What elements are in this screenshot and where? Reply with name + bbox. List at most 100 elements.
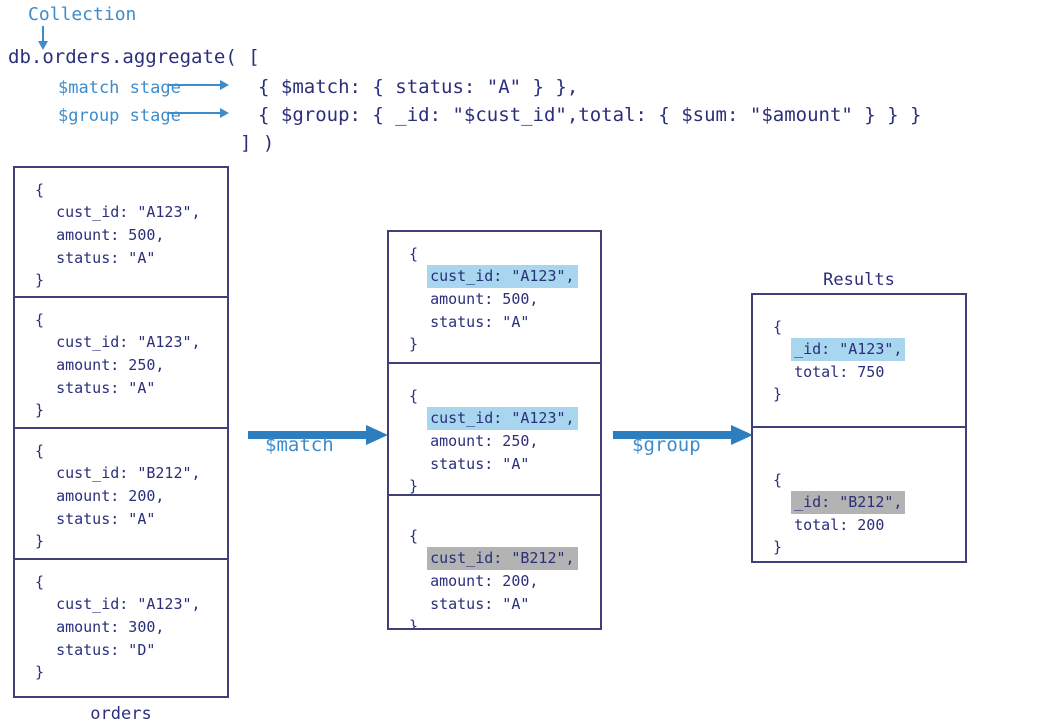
close-brace: } [409, 477, 419, 495]
code-line-group-stage: { $group: { _id: "$cust_id",total: { $su… [258, 104, 922, 126]
group-stage-arrow-label: $group [632, 434, 701, 456]
match-stage-annotation-label: $match stage [58, 78, 181, 98]
open-brace: { [35, 573, 45, 591]
document-body: { cust_id: "A123", amount: 500, status: … [409, 244, 578, 355]
document-body: { cust_id: "A123", amount: 250, status: … [409, 386, 578, 495]
open-brace: { [409, 527, 419, 545]
open-brace: { [773, 471, 783, 489]
document-field: cust_id: "A123", [56, 595, 201, 613]
document: { cust_id: "B212", amount: 200, status: … [389, 496, 600, 628]
close-brace: } [409, 617, 419, 628]
document-field-row: cust_id: "A123", [35, 201, 204, 224]
open-brace: { [773, 318, 783, 336]
document-field: status: "D" [56, 641, 156, 659]
match-stage-arrow-label: $match [265, 434, 334, 456]
document-body: { cust_id: "B212", amount: 200, status: … [409, 526, 578, 628]
document-field-row: amount: 250, [409, 430, 578, 453]
document: { cust_id: "B212", amount: 200, status: … [15, 429, 227, 560]
match-output-document-stack: { cust_id: "A123", amount: 500, status: … [387, 230, 602, 630]
document-field-row: cust_id: "B212", [409, 547, 578, 570]
group-stage-annotation-arrow [168, 108, 230, 118]
document-field-row: amount: 200, [35, 485, 204, 508]
document-field: total: 750 [794, 363, 885, 381]
document-field: amount: 500, [56, 226, 165, 244]
document-field: cust_id: "A123", [427, 407, 578, 430]
document-field-row: amount: 500, [409, 288, 578, 311]
document: { _id: "B212", total: 200} [753, 428, 965, 561]
document-field-row: status: "A" [35, 377, 204, 400]
document-field-row: amount: 500, [35, 224, 204, 247]
document-field: _id: "A123", [791, 338, 906, 361]
match-stage-annotation-arrow [168, 80, 230, 90]
document-body: { cust_id: "B212", amount: 200, status: … [35, 441, 204, 552]
close-brace: } [35, 401, 45, 419]
document-field: amount: 200, [430, 572, 539, 590]
open-brace: { [35, 442, 45, 460]
open-brace: { [409, 245, 419, 263]
document: { cust_id: "A123", amount: 250, status: … [389, 364, 600, 496]
results-document-stack: { _id: "A123", total: 750}{ _id: "B212",… [751, 293, 967, 563]
document-field-row: status: "D" [35, 639, 204, 662]
document-field-row: cust_id: "B212", [35, 462, 204, 485]
document-field: cust_id: "B212", [427, 547, 578, 570]
close-brace: } [35, 532, 45, 550]
document-body: { _id: "A123", total: 750} [773, 317, 906, 405]
document-body: { cust_id: "A123", amount: 500, status: … [35, 180, 204, 291]
results-stack-caption: Results [823, 270, 895, 290]
document-field-row: amount: 300, [35, 616, 204, 639]
document-field: total: 200 [794, 516, 885, 534]
document-field-row: total: 200 [773, 514, 905, 537]
document-field: cust_id: "B212", [56, 464, 201, 482]
document: { cust_id: "A123", amount: 300, status: … [15, 560, 227, 692]
document-field: amount: 300, [56, 618, 165, 636]
document-field-row: _id: "A123", [773, 338, 906, 361]
group-stage-annotation-label: $group stage [58, 106, 181, 126]
open-brace: { [409, 387, 419, 405]
document-field-row: amount: 200, [409, 570, 578, 593]
document-field: amount: 500, [430, 290, 539, 308]
document-body: { _id: "B212", total: 200} [773, 470, 906, 558]
document-body: { cust_id: "A123", amount: 300, status: … [35, 572, 204, 683]
document-field: status: "A" [56, 249, 156, 267]
close-brace: } [409, 335, 419, 353]
document-field-row: _id: "B212", [773, 491, 906, 514]
document-field: status: "A" [56, 379, 156, 397]
document-field-row: cust_id: "A123", [409, 265, 578, 288]
document-field-row: status: "A" [35, 508, 204, 531]
document-field: amount: 200, [56, 487, 165, 505]
code-line-aggregate: db.orders.aggregate( [ [8, 46, 260, 68]
document-field-row: total: 750 [773, 361, 905, 384]
document-field-row: status: "A" [409, 593, 578, 616]
document-field: cust_id: "A123", [56, 203, 201, 221]
document: { _id: "A123", total: 750} [753, 295, 965, 428]
document-field: amount: 250, [430, 432, 539, 450]
orders-stack-caption: orders [90, 704, 152, 724]
document-field: cust_id: "A123", [56, 333, 201, 351]
document-field: status: "A" [430, 595, 530, 613]
document-field-row: status: "A" [409, 311, 578, 334]
document-field: cust_id: "A123", [427, 265, 578, 288]
document: { cust_id: "A123", amount: 250, status: … [15, 298, 227, 429]
close-brace: } [35, 663, 45, 681]
open-brace: { [35, 181, 45, 199]
document-field: amount: 250, [56, 356, 165, 374]
code-line-match-stage: { $match: { status: "A" } }, [258, 76, 579, 98]
document-field-row: cust_id: "A123", [409, 407, 578, 430]
code-line-close: ] ) [240, 132, 275, 154]
document-field-row: status: "A" [35, 247, 204, 270]
close-brace: } [773, 385, 783, 403]
orders-document-stack: { cust_id: "A123", amount: 500, status: … [13, 166, 229, 698]
document-field-row: cust_id: "A123", [35, 331, 204, 354]
document-field-row: amount: 250, [35, 354, 204, 377]
open-brace: { [35, 311, 45, 329]
document-field: status: "A" [430, 455, 530, 473]
document: { cust_id: "A123", amount: 500, status: … [15, 168, 227, 298]
close-brace: } [35, 271, 45, 289]
document-field-row: status: "A" [409, 453, 578, 476]
document: { cust_id: "A123", amount: 500, status: … [389, 232, 600, 364]
document-body: { cust_id: "A123", amount: 250, status: … [35, 310, 204, 421]
document-field: status: "A" [430, 313, 530, 331]
close-brace: } [773, 538, 783, 556]
document-field: status: "A" [56, 510, 156, 528]
document-field: _id: "B212", [791, 491, 906, 514]
